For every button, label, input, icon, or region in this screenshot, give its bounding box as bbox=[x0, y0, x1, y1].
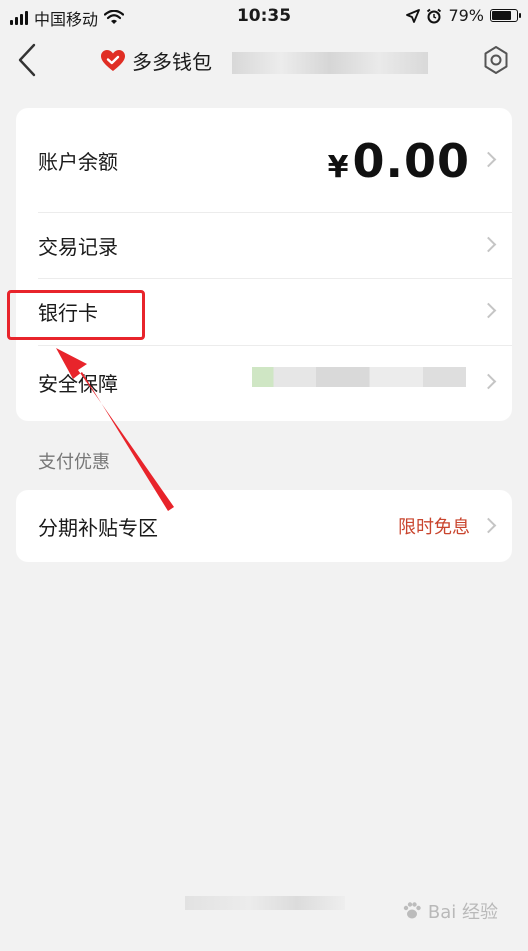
balance-label: 账户余额 bbox=[38, 149, 118, 174]
installment-subsidy-row[interactable]: 分期补贴专区 限时免息 bbox=[16, 490, 512, 562]
security-row[interactable]: 安全保障 bbox=[16, 344, 512, 420]
status-right: 79% bbox=[406, 6, 521, 25]
balance-value: ¥ 0.00 bbox=[328, 134, 470, 188]
chevron-right-icon bbox=[480, 151, 497, 168]
location-icon bbox=[406, 8, 421, 23]
balance-amount: 0.00 bbox=[352, 134, 470, 188]
watermark-text: Bai 经验 bbox=[427, 902, 498, 923]
settings-button[interactable] bbox=[480, 44, 512, 76]
chevron-right-icon bbox=[480, 373, 497, 390]
back-button[interactable] bbox=[14, 42, 42, 78]
baidu-watermark: Bai 经验 bbox=[402, 898, 498, 924]
balance-row[interactable]: 账户余额 ¥ 0.00 bbox=[16, 108, 512, 212]
redacted-footer bbox=[185, 896, 345, 910]
chevron-right-icon bbox=[480, 236, 497, 253]
highlight-box bbox=[7, 290, 145, 340]
nav-bar: 多多钱包 bbox=[0, 34, 528, 90]
page-title-text: 多多钱包 bbox=[132, 50, 212, 74]
account-card: 账户余额 ¥ 0.00 交易记录 银行卡 安全保障 bbox=[16, 108, 512, 421]
battery-percent: 79% bbox=[448, 6, 484, 25]
status-bar: 中国移动 10:35 79% bbox=[0, 0, 528, 34]
gear-icon bbox=[484, 46, 508, 74]
redacted-security-status bbox=[252, 367, 466, 387]
heart-check-icon bbox=[101, 49, 125, 71]
page-title: 多多钱包 bbox=[100, 46, 212, 75]
battery-icon bbox=[490, 9, 521, 22]
security-label: 安全保障 bbox=[38, 371, 118, 396]
transactions-label: 交易记录 bbox=[38, 234, 118, 259]
redacted-subtitle bbox=[232, 52, 428, 74]
chevron-left-icon bbox=[18, 43, 36, 77]
alarm-icon bbox=[427, 8, 442, 23]
transactions-row[interactable]: 交易记录 bbox=[16, 212, 512, 278]
installment-subsidy-label: 分期补贴专区 bbox=[38, 515, 158, 540]
paw-logo-icon bbox=[403, 902, 421, 919]
interest-free-badge: 限时免息 bbox=[398, 517, 470, 538]
section-title: 支付优惠 bbox=[38, 452, 110, 473]
promo-card: 分期补贴专区 限时免息 bbox=[16, 490, 512, 562]
chevron-right-icon bbox=[480, 517, 497, 534]
currency-symbol: ¥ bbox=[327, 150, 349, 185]
chevron-right-icon bbox=[480, 302, 497, 319]
